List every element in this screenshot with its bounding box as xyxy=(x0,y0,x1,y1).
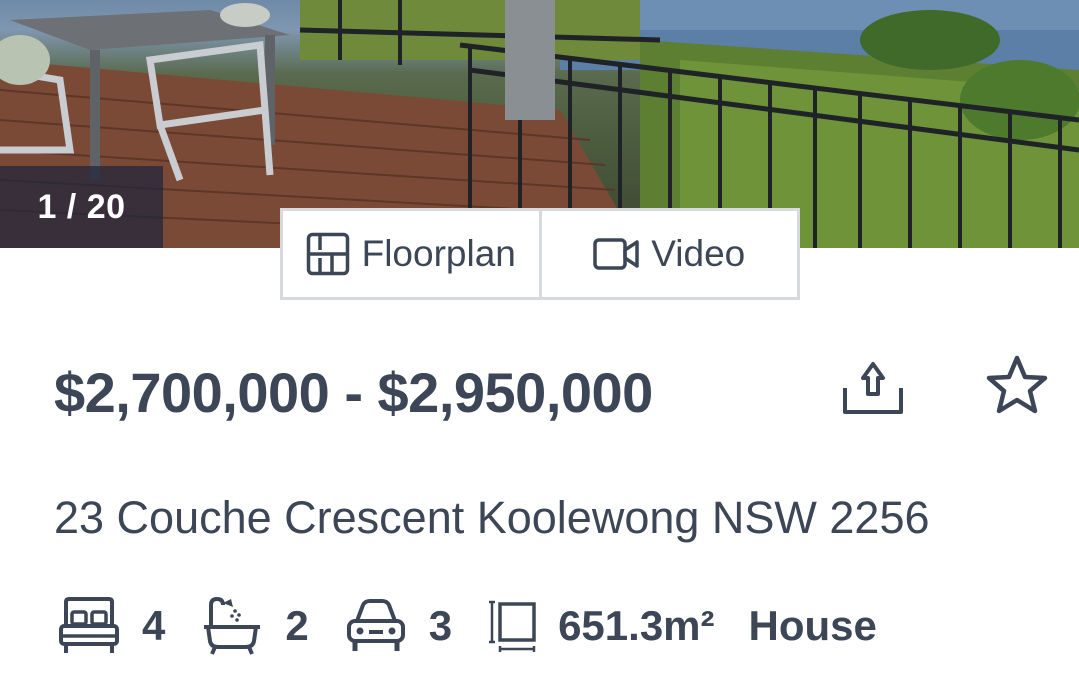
land-size-icon xyxy=(489,600,536,652)
bathtub-icon xyxy=(204,596,261,655)
land-size-value: 651.3m² xyxy=(558,602,715,649)
share-icon[interactable] xyxy=(842,358,904,416)
floorplan-label: Floorplan xyxy=(361,233,516,274)
listing-price: $2,700,000 - $2,950,000 xyxy=(54,361,653,424)
bathrooms-feature: 2 xyxy=(201,595,344,657)
video-button[interactable]: Video xyxy=(538,211,798,297)
bed-icon xyxy=(59,597,119,653)
property-type: House xyxy=(748,602,877,649)
photo-counter: 1 / 20 xyxy=(0,166,163,248)
media-buttons: Floorplan Video xyxy=(280,208,800,300)
property-features: 4 2 3 651.3m² House xyxy=(58,594,877,658)
floorplan-icon xyxy=(306,232,349,276)
floorplan-button[interactable]: Floorplan xyxy=(283,211,539,297)
parking-count: 3 xyxy=(428,602,453,649)
star-icon[interactable] xyxy=(985,354,1049,416)
land-size-feature: 651.3m² xyxy=(488,598,748,654)
car-icon xyxy=(346,599,405,651)
bedrooms-feature: 4 xyxy=(58,596,201,656)
listing-address: 23 Couche Crescent Koolewong NSW 2256 xyxy=(54,492,930,543)
parking-feature: 3 xyxy=(345,597,488,655)
bedrooms-count: 4 xyxy=(142,602,166,649)
video-camera-icon xyxy=(593,238,640,270)
bathrooms-count: 2 xyxy=(285,602,309,649)
video-label: Video xyxy=(651,233,746,274)
